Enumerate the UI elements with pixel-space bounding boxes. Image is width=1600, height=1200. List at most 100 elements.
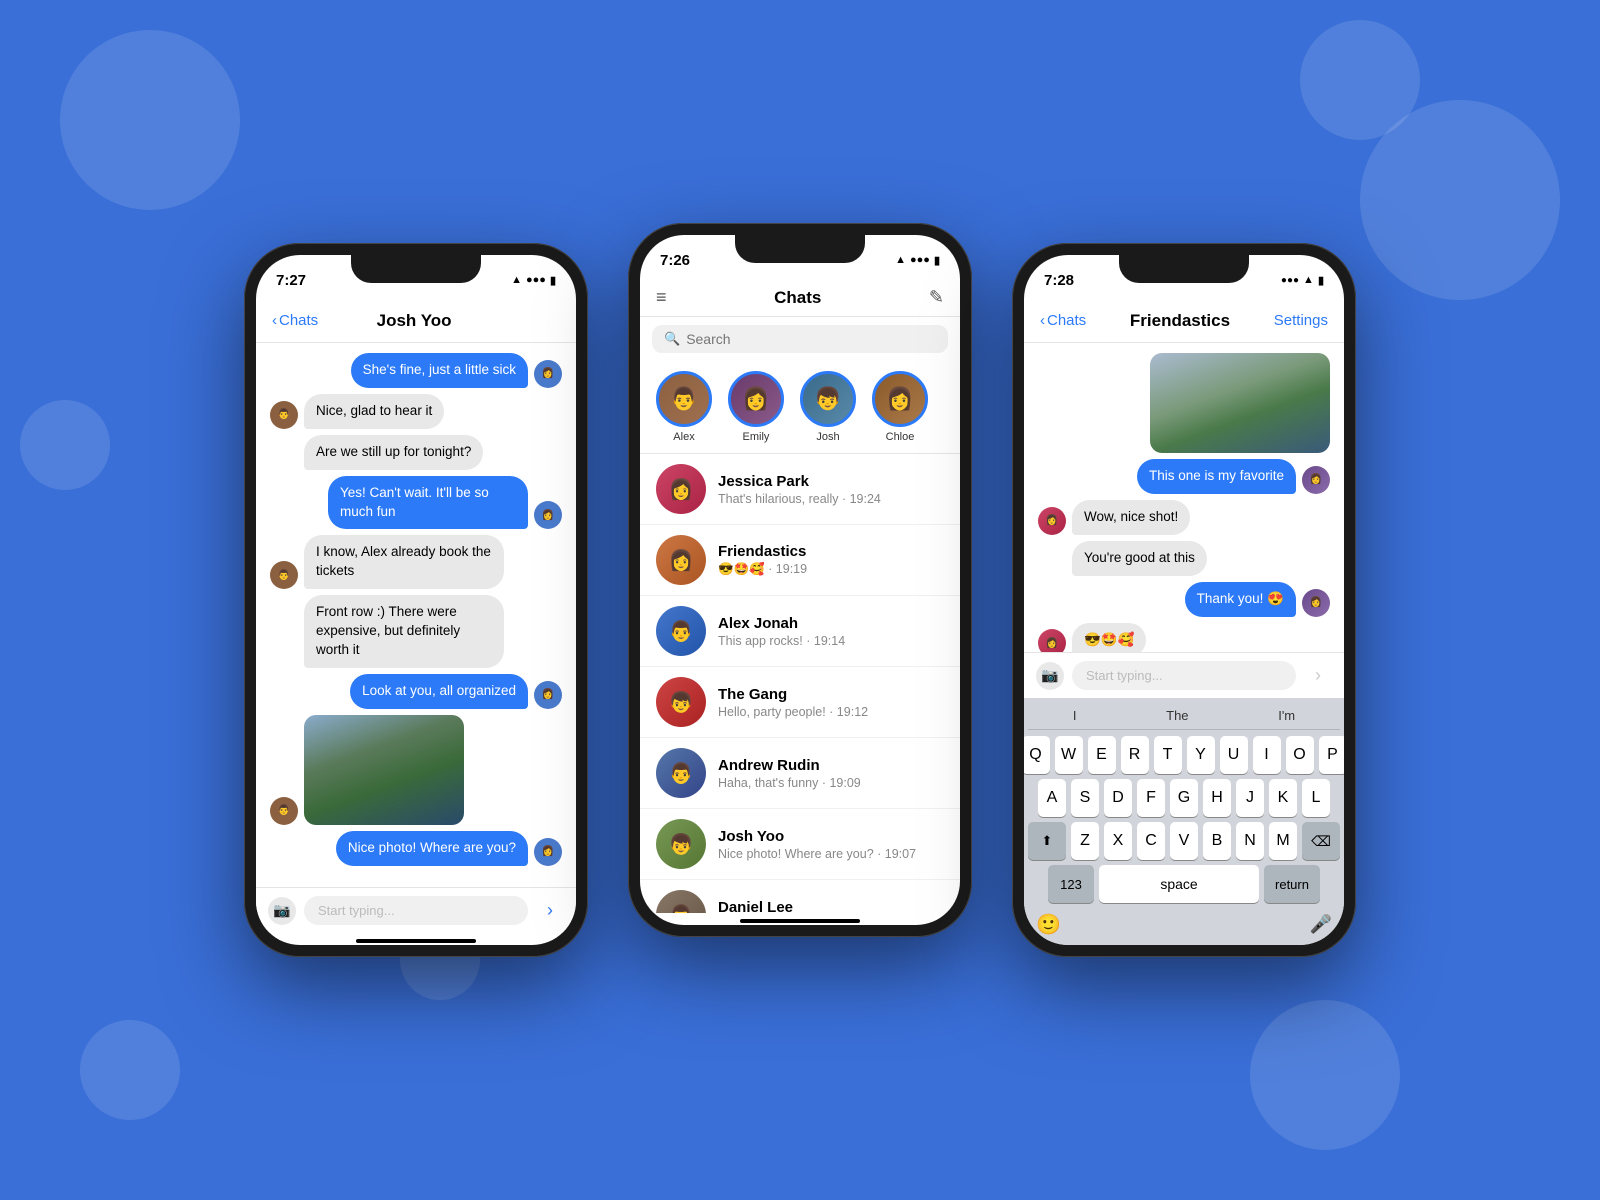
list-item[interactable]: 👦 Josh Yoo Nice photo! Where are you? · …: [640, 809, 960, 880]
message-input-3[interactable]: Start typing...: [1072, 661, 1296, 690]
back-button-3[interactable]: ‹ Chats: [1040, 312, 1086, 329]
story-item-josh[interactable]: 👦 Josh: [800, 371, 856, 443]
shift-key[interactable]: ⬆: [1028, 822, 1066, 860]
list-item[interactable]: 👨 Daniel Lee Great to see you last night…: [640, 880, 960, 913]
phone-2: 7:26 ▲ ●●● ▮ ≡ Chats ✎ 🔍: [628, 223, 972, 937]
key-S[interactable]: S: [1071, 779, 1099, 817]
send-button-1[interactable]: ›: [536, 897, 564, 925]
nav-bar-1: ‹ Chats Josh Yoo: [256, 299, 576, 343]
signal-icon-3: ●●●: [1281, 275, 1299, 286]
story-item-chloe[interactable]: 👩 Chloe: [872, 371, 928, 443]
key-B[interactable]: B: [1203, 822, 1231, 860]
key-W[interactable]: W: [1055, 736, 1083, 774]
key-D[interactable]: D: [1104, 779, 1132, 817]
chat-list: 👩 Jessica Park That's hilarious, really …: [640, 454, 960, 913]
chat-avatar-josh: 👦: [656, 819, 706, 869]
avatar: 👨: [270, 797, 298, 825]
story-avatar-emily: 👩: [728, 371, 784, 427]
key-P[interactable]: P: [1319, 736, 1345, 774]
signal-icon-1: ●●●: [526, 274, 546, 286]
suggestion-I[interactable]: I: [1073, 708, 1077, 723]
bubble-recv-4: Front row :) There were expensive, but d…: [304, 595, 504, 668]
chat-info-alex: Alex Jonah This app rocks! · 19:14: [718, 615, 944, 648]
key-R[interactable]: R: [1121, 736, 1149, 774]
menu-icon[interactable]: ≡: [656, 287, 667, 308]
key-X[interactable]: X: [1104, 822, 1132, 860]
message-input-1[interactable]: Start typing...: [304, 896, 528, 925]
chat-info-josh: Josh Yoo Nice photo! Where are you? · 19…: [718, 828, 944, 861]
suggestion-The[interactable]: The: [1166, 708, 1188, 723]
space-key[interactable]: space: [1099, 865, 1259, 903]
key-I[interactable]: I: [1253, 736, 1281, 774]
compose-icon[interactable]: ✎: [929, 287, 944, 308]
story-name-alex: Alex: [673, 431, 694, 443]
backspace-key[interactable]: ⌫: [1302, 822, 1340, 860]
avatar: 👩: [1302, 589, 1330, 617]
numbers-key[interactable]: 123: [1048, 865, 1094, 903]
list-item[interactable]: 👩 Jessica Park That's hilarious, really …: [640, 454, 960, 525]
back-button-1[interactable]: ‹ Chats: [272, 312, 318, 329]
key-Y[interactable]: Y: [1187, 736, 1215, 774]
key-H[interactable]: H: [1203, 779, 1231, 817]
key-O[interactable]: O: [1286, 736, 1314, 774]
keyboard: I The I'm Q W E R T Y U I O: [1024, 698, 1344, 945]
chat-name-gang: The Gang: [718, 686, 944, 703]
return-key[interactable]: return: [1264, 865, 1320, 903]
status-icons-2: ▲ ●●● ▮: [895, 254, 940, 267]
list-item[interactable]: 👨 Andrew Rudin Haha, that's funny · 19:0…: [640, 738, 960, 809]
key-F[interactable]: F: [1137, 779, 1165, 817]
table-row: 👩 😎🤩🥰: [1038, 623, 1330, 652]
suggestion-Im[interactable]: I'm: [1278, 708, 1295, 723]
emoji-key[interactable]: 🙂: [1036, 912, 1061, 937]
story-item-alex[interactable]: 👨 Alex: [656, 371, 712, 443]
bubble-sent-4: Nice photo! Where are you?: [336, 831, 528, 866]
table-row: 👨 I know, Alex already book the tickets: [270, 535, 562, 589]
chat-info-andrew: Andrew Rudin Haha, that's funny · 19:09: [718, 757, 944, 790]
time-2: 7:26: [660, 252, 690, 269]
key-T[interactable]: T: [1154, 736, 1182, 774]
group-title-3: Friendastics: [1086, 311, 1274, 331]
story-item-emily[interactable]: 👩 Emily: [728, 371, 784, 443]
chat-preview-friendastics: 😎🤩🥰 · 19:19: [718, 562, 944, 577]
battery-icon-2: ▮: [934, 254, 940, 267]
bubble-recv-1: Nice, glad to hear it: [304, 394, 444, 429]
send-button-3[interactable]: ›: [1304, 662, 1332, 690]
keyboard-row-4: 123 space return: [1028, 865, 1340, 903]
key-K[interactable]: K: [1269, 779, 1297, 817]
list-item[interactable]: 👨 Alex Jonah This app rocks! · 19:14: [640, 596, 960, 667]
key-J[interactable]: J: [1236, 779, 1264, 817]
key-A[interactable]: A: [1038, 779, 1066, 817]
chat-avatar-friendastics: 👩: [656, 535, 706, 585]
keyboard-row-1: Q W E R T Y U I O P: [1028, 736, 1340, 774]
wifi-icon-1: ▲: [511, 274, 522, 286]
phone-3: 7:28 ●●● ▲ ▮ ‹ Chats Friendastics Settin…: [1012, 243, 1356, 957]
chat-area-1: She's fine, just a little sick 👩 👨 Nice,…: [256, 343, 576, 887]
key-U[interactable]: U: [1220, 736, 1248, 774]
key-V[interactable]: V: [1170, 822, 1198, 860]
chat-avatar-andrew: 👨: [656, 748, 706, 798]
key-Q[interactable]: Q: [1024, 736, 1050, 774]
bubble-recv-p3-3: 😎🤩🥰: [1072, 623, 1146, 652]
battery-icon-1: ▮: [550, 274, 556, 287]
story-name-emily: Emily: [743, 431, 770, 443]
mic-key[interactable]: 🎤: [1310, 914, 1332, 935]
key-L[interactable]: L: [1302, 779, 1330, 817]
search-bar[interactable]: 🔍: [652, 325, 948, 353]
camera-button-3[interactable]: 📷: [1036, 662, 1064, 690]
keyboard-row-3: ⬆ Z X C V B N M ⌫: [1028, 822, 1340, 860]
key-M[interactable]: M: [1269, 822, 1297, 860]
story-avatar-josh: 👦: [800, 371, 856, 427]
key-G[interactable]: G: [1170, 779, 1198, 817]
status-icons-1: ▲ ●●● ▮: [511, 274, 556, 287]
key-C[interactable]: C: [1137, 822, 1165, 860]
list-item[interactable]: 👦 The Gang Hello, party people! · 19:12: [640, 667, 960, 738]
avatar: 👩: [534, 360, 562, 388]
camera-button-1[interactable]: 📷: [268, 897, 296, 925]
settings-button-3[interactable]: Settings: [1274, 312, 1328, 329]
list-item[interactable]: 👩 Friendastics 😎🤩🥰 · 19:19: [640, 525, 960, 596]
search-input[interactable]: [686, 331, 936, 347]
key-N[interactable]: N: [1236, 822, 1264, 860]
key-E[interactable]: E: [1088, 736, 1116, 774]
key-Z[interactable]: Z: [1071, 822, 1099, 860]
bubble-sent-2: Yes! Can't wait. It'll be so much fun: [328, 476, 528, 530]
